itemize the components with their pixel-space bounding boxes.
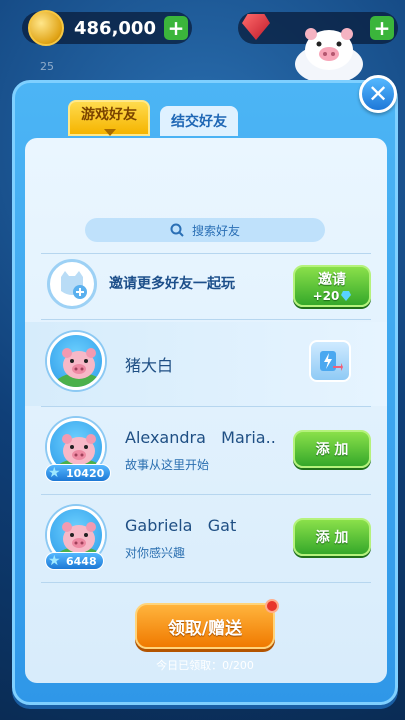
invite-text: 邀请更多好友一起玩: [109, 276, 235, 292]
claim-send-button[interactable]: 领取/赠送: [135, 599, 279, 649]
add-friend-button[interactable]: 添 加: [293, 518, 371, 556]
friend-name: Alexandra Maria..: [125, 428, 276, 447]
friend-name: 猪大白: [125, 356, 174, 375]
tab-indicator-icon: [104, 129, 116, 136]
tab-game-friends[interactable]: 游戏好友: [68, 100, 150, 136]
score-badge: ★ 6448: [45, 552, 104, 570]
invite-row: 邀请更多好友一起玩 邀请 +20: [25, 253, 387, 319]
tab-label: 游戏好友: [81, 107, 137, 123]
friend-row[interactable]: ★ 10420 Alexandra Maria.. 故事从这里开始 添 加: [25, 408, 387, 492]
divider: [41, 319, 371, 320]
invite-avatar: [47, 259, 97, 309]
invite-button[interactable]: 邀请 +20: [293, 265, 371, 307]
friend-subtitle: 对你感兴趣: [125, 546, 186, 560]
invite-button-label: 邀请: [318, 272, 346, 288]
score-value: 6448: [66, 554, 97, 568]
invite-reward: +20: [313, 289, 352, 303]
friend-subtitle: 故事从这里开始: [125, 458, 210, 472]
friends-list-area: 搜索好友 邀请更多好友一起玩 邀请 +20 猪大白 ★ 10420 Alexan…: [25, 138, 387, 683]
friend-row[interactable]: ★ 6448 Gabriela Gat 对你感兴趣 添 加: [25, 496, 387, 580]
star-icon: ★: [48, 465, 61, 481]
add-gems-button[interactable]: +: [370, 16, 394, 40]
divider: [41, 494, 371, 495]
tab-label: 结交好友: [171, 114, 227, 130]
coin-icon: [28, 10, 64, 46]
invite-reward-amount: +20: [312, 289, 340, 303]
add-friend-button[interactable]: 添 加: [293, 430, 371, 468]
star-icon: ★: [48, 553, 61, 569]
friend-name: Gabriela Gat: [125, 516, 237, 535]
coin-counter: 486,000 +: [22, 10, 192, 46]
divider: [41, 582, 371, 583]
gem-icon: [242, 14, 270, 40]
send-gift-button[interactable]: [309, 340, 351, 382]
add-coins-button[interactable]: +: [164, 16, 188, 40]
close-button[interactable]: ✕: [359, 75, 397, 113]
add-friend-icon: [61, 271, 87, 299]
coin-amount: 486,000: [74, 17, 156, 39]
gem-icon: [341, 291, 352, 301]
score-badge: ★ 10420: [45, 464, 112, 482]
friend-avatar: [47, 332, 105, 390]
divider: [41, 406, 371, 407]
daily-claim-counter: 今日已领取：0/200: [156, 659, 254, 672]
pig-avatar-icon: [55, 348, 102, 387]
friend-row[interactable]: 猪大白: [25, 322, 387, 406]
pig-mascot-icon: [295, 28, 363, 82]
tab-make-friends[interactable]: 结交好友: [160, 106, 238, 136]
search-icon: [170, 223, 184, 237]
notification-dot: [265, 599, 279, 613]
small-stat: 25: [40, 60, 54, 73]
lightning-gift-icon: [320, 351, 343, 371]
claim-send-label: 领取/赠送: [167, 618, 243, 639]
score-value: 10420: [66, 466, 105, 480]
search-placeholder: 搜索好友: [191, 223, 240, 238]
friends-panel: 搜索好友 邀请更多好友一起玩 邀请 +20 猪大白 ★ 10420 Alexan…: [12, 80, 398, 705]
search-input[interactable]: 搜索好友: [85, 218, 325, 242]
